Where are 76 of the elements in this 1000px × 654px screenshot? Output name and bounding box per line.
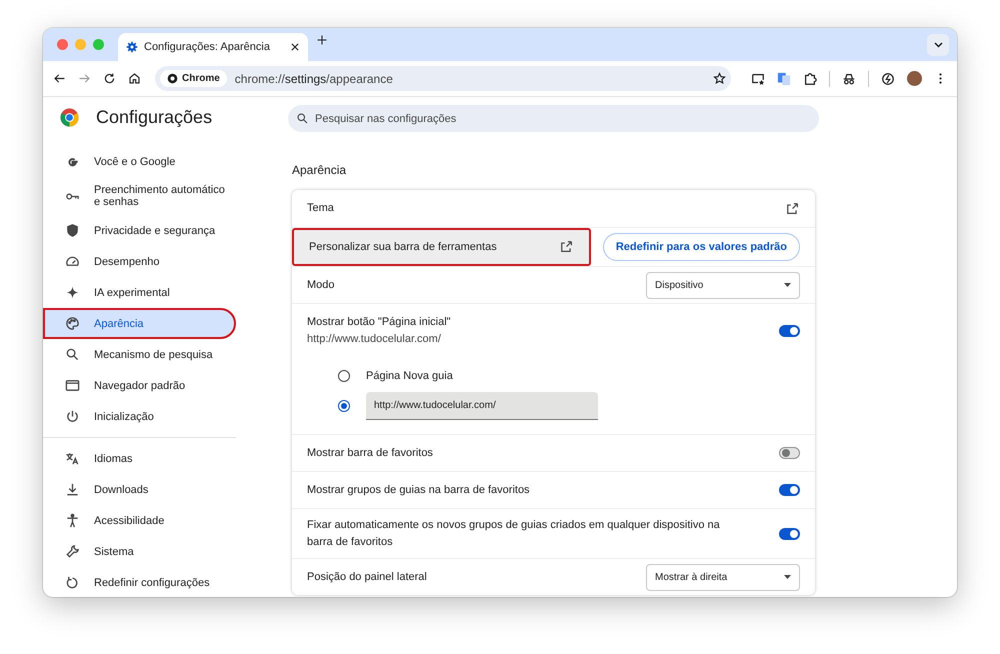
sidebar-item[interactable]: Sistema (43, 536, 236, 567)
palette-icon (65, 316, 80, 331)
caret-icon (784, 575, 791, 579)
setting-label: Mostrar grupos de guias na barra de favoritos (307, 482, 531, 498)
tab-title: Configurações: Aparência (144, 41, 271, 53)
sidebar-item[interactable]: Inicialização (43, 401, 236, 432)
dropdown[interactable]: Mostrar à direita (646, 564, 800, 590)
address-bar[interactable]: Chrome chrome://settings/appearance (155, 66, 731, 91)
settings-icon (126, 41, 138, 53)
reset-icon (65, 575, 80, 590)
radio-button[interactable] (338, 370, 350, 382)
toggle-switch[interactable] (779, 528, 800, 540)
person-figure-icon (65, 513, 80, 528)
sidebar-item[interactable]: Preenchimento automático e senhas (43, 177, 236, 215)
forward-icon[interactable] (78, 72, 91, 85)
setting-label: Fixar automaticamente os novos grupos de guias criados em qualquer dispositivo na barra de favoritos (307, 518, 721, 550)
sidebar-item[interactable]: Navegador padrão (43, 370, 236, 401)
toggle-switch[interactable] (779, 447, 800, 459)
setting-label: Modo (307, 278, 336, 292)
incognito-icon[interactable] (842, 72, 856, 86)
sidebar-item[interactable]: IA experimental (43, 277, 236, 308)
caret-icon (784, 283, 791, 287)
chrome-logo-icon (60, 108, 79, 127)
back-icon[interactable] (53, 72, 66, 85)
dropdown[interactable]: Dispositivo (646, 272, 800, 298)
profile-avatar[interactable] (907, 71, 922, 86)
radio-label: Página Nova guia (366, 370, 453, 382)
tab-search-button[interactable] (927, 34, 949, 56)
external-link-icon[interactable] (560, 240, 574, 254)
translate-icon (65, 451, 80, 466)
tab-star-icon[interactable] (751, 72, 765, 86)
browser-tab[interactable]: Configurações: Aparência (118, 33, 308, 61)
search-icon (65, 347, 80, 362)
shield-icon (65, 223, 80, 238)
setting-label: http://www.tudocelular.com/ (307, 332, 442, 347)
sidebar-item[interactable]: Downloads (43, 474, 236, 505)
url-input-field[interactable]: http://www.tudocelular.com/ (366, 392, 598, 420)
sidebar-item[interactable]: Idiomas (43, 443, 236, 474)
section-title: Aparência (292, 163, 348, 177)
setting-label: Mostrar botão "Página inicial" (307, 315, 452, 330)
toggle-switch[interactable] (779, 484, 800, 496)
translate-icon[interactable] (777, 72, 791, 86)
sidebar-item[interactable]: Você e o Google (43, 146, 236, 177)
setting-label: Mostrar barra de favoritos (307, 446, 434, 460)
search-field[interactable]: Pesquisar nas configurações (288, 105, 819, 132)
chrome-logo-icon (167, 73, 178, 84)
home-icon[interactable] (128, 72, 141, 85)
reset-button[interactable]: Redefinir para os valores padrão (602, 233, 800, 261)
download-icon (65, 482, 80, 497)
url-text: chrome://settings/appearance (234, 72, 394, 86)
reload-icon[interactable] (103, 72, 116, 85)
external-link-icon[interactable] (786, 202, 800, 216)
caret-icon (934, 42, 942, 48)
puzzle-icon[interactable] (803, 72, 817, 86)
window-icon (65, 378, 80, 393)
toggle-switch[interactable] (779, 325, 800, 337)
wrench-icon (65, 544, 80, 559)
new-tab-icon[interactable] (316, 34, 328, 46)
settings-link-row[interactable]: Personalizar sua barra de ferramentas (292, 228, 591, 266)
page-title: Configurações (96, 107, 212, 128)
site-chip[interactable]: Chrome (160, 70, 227, 87)
setting-label: Tema (307, 201, 335, 216)
gauge-icon (65, 254, 80, 269)
sidebar-item[interactable]: Desempenho (43, 246, 236, 277)
sidebar-item[interactable]: Privacidade e segurança (43, 215, 236, 246)
power-icon (65, 409, 80, 424)
sidebar-item[interactable]: Aparência (43, 308, 236, 339)
search-icon (296, 112, 309, 125)
close-icon[interactable] (290, 42, 300, 52)
sidebar-item[interactable]: Redefinir configurações (43, 567, 236, 597)
sidebar-item[interactable]: Mecanismo de pesquisa (43, 339, 236, 370)
sidebar-item[interactable]: Acessibilidade (43, 505, 236, 536)
sparkle-icon (65, 285, 80, 300)
setting-label: Posição do painel lateral (307, 570, 428, 584)
radio-button[interactable] (338, 400, 350, 412)
star-icon[interactable] (713, 72, 726, 85)
